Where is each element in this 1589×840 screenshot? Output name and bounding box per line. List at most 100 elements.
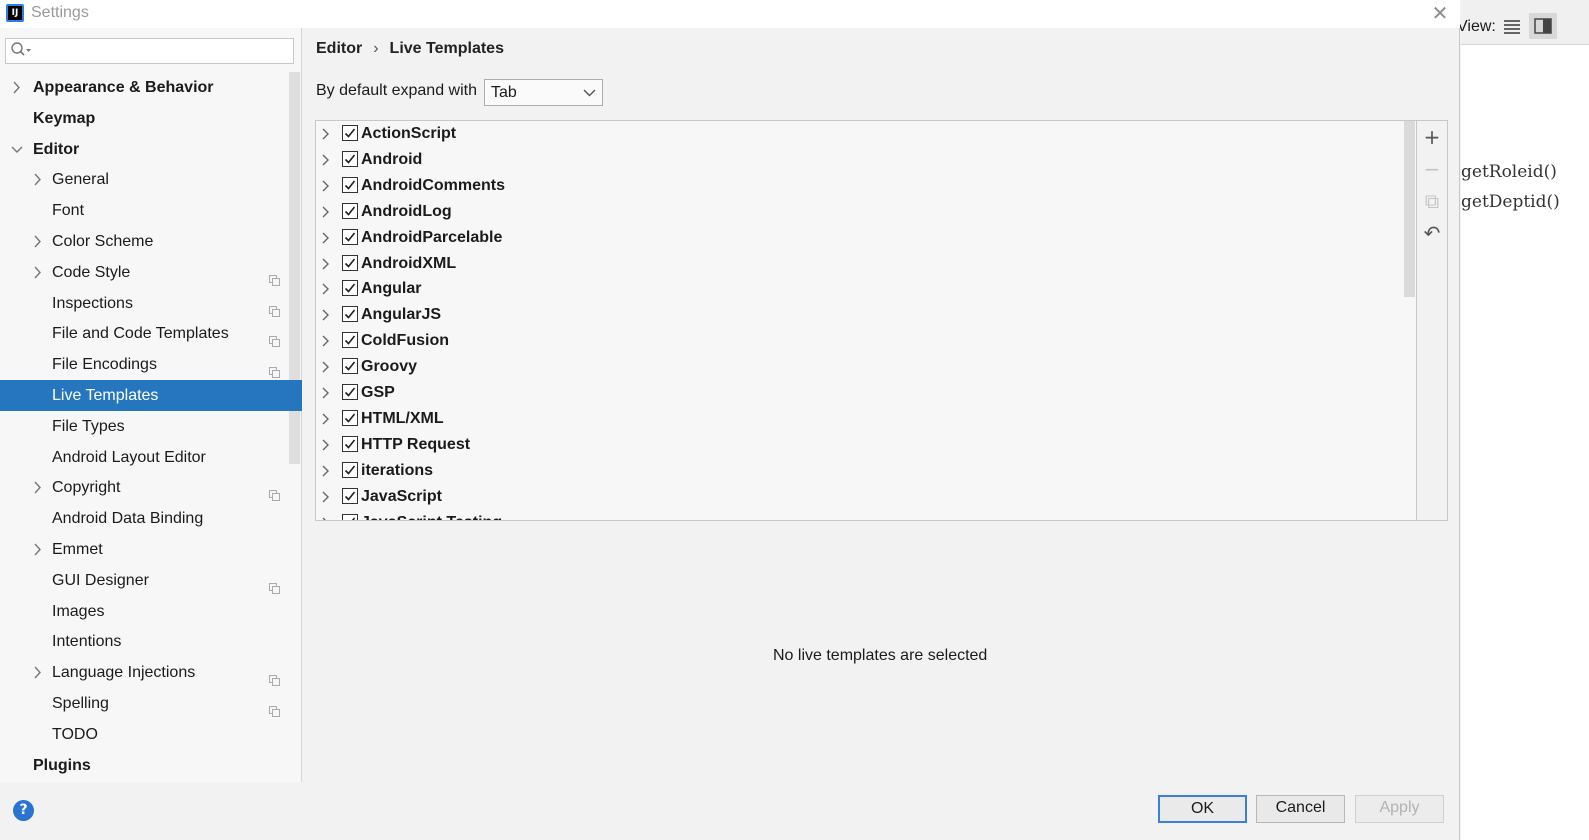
ok-button[interactable]: OK <box>1158 795 1247 823</box>
sidebar-item[interactable]: Emmet <box>0 534 302 565</box>
search-input[interactable] <box>5 38 294 64</box>
chevron-right-icon[interactable] <box>32 164 44 199</box>
template-group-name: JavaScript Testing <box>361 510 502 521</box>
sidebar-item[interactable]: File and Code Templates <box>0 318 302 349</box>
breadcrumb-parent[interactable]: Editor <box>316 40 362 57</box>
template-group-name: ActionScript <box>361 125 457 142</box>
sidebar-item[interactable]: Color Scheme <box>0 226 302 257</box>
template-group-row[interactable]: AndroidXML <box>316 251 1404 277</box>
chevron-right-icon[interactable] <box>321 199 331 228</box>
chevron-right-icon[interactable] <box>321 458 331 487</box>
template-group-checkbox[interactable] <box>342 228 358 245</box>
chevron-right-icon[interactable] <box>321 354 331 383</box>
sidebar-item[interactable]: Spelling <box>0 688 302 719</box>
sidebar-item-label: Language Injections <box>52 664 196 682</box>
template-group-checkbox[interactable] <box>342 513 358 520</box>
restore-icon[interactable]: ↶ <box>1422 223 1442 243</box>
chevron-right-icon[interactable] <box>321 406 331 435</box>
project-settings-icon <box>269 697 280 717</box>
sidebar-item[interactable]: Images <box>0 596 302 627</box>
sidebar-item[interactable]: Intentions <box>0 626 302 657</box>
template-group-checkbox[interactable] <box>342 202 358 219</box>
empty-detail-message: No live templates are selected <box>773 647 988 664</box>
template-group-checkbox[interactable] <box>342 435 358 452</box>
apply-button[interactable]: Apply <box>1355 795 1444 823</box>
templates-scrollbar[interactable] <box>1404 121 1415 297</box>
sidebar-item[interactable]: TODO <box>0 719 302 750</box>
sidebar-item[interactable]: Plugins <box>0 750 302 781</box>
sidebar-item[interactable]: Android Layout Editor <box>0 442 302 473</box>
chevron-right-icon[interactable] <box>321 276 331 305</box>
cancel-button[interactable]: Cancel <box>1256 795 1345 823</box>
copy-icon[interactable]: ⧉ <box>1422 191 1442 211</box>
chevron-right-icon[interactable] <box>321 328 331 357</box>
chevron-right-icon[interactable] <box>32 472 44 507</box>
add-icon[interactable]: + <box>1422 127 1442 147</box>
chevron-right-icon[interactable] <box>321 380 331 409</box>
sidebar-item[interactable]: Inspections <box>0 288 302 319</box>
chevron-right-icon[interactable] <box>321 225 331 254</box>
list-view-icon[interactable] <box>1503 18 1521 34</box>
sidebar-item-label: Font <box>52 202 85 220</box>
sidebar-item[interactable]: Appearance & Behavior <box>0 72 302 103</box>
chevron-down-icon[interactable] <box>11 134 23 169</box>
help-icon[interactable]: ? <box>13 800 34 821</box>
sidebar-item[interactable]: Copyright <box>0 472 302 503</box>
sidebar-item[interactable]: Code Style <box>0 257 302 288</box>
sidebar-item[interactable]: Editor <box>0 134 302 165</box>
template-group-row[interactable]: Groovy <box>316 354 1404 380</box>
sidebar-item[interactable]: GUI Designer <box>0 565 302 596</box>
template-group-checkbox[interactable] <box>342 384 358 400</box>
sidebar-item[interactable]: Keymap <box>0 103 302 134</box>
chevron-right-icon[interactable] <box>321 251 331 280</box>
template-group-checkbox[interactable] <box>342 358 358 375</box>
template-group-row[interactable]: iterations <box>316 458 1404 484</box>
chevron-right-icon[interactable] <box>321 147 331 176</box>
sidebar-item[interactable]: Live Templates <box>0 380 302 411</box>
chevron-right-icon[interactable] <box>32 657 44 692</box>
template-group-row[interactable]: HTML/XML <box>316 406 1404 432</box>
chevron-right-icon[interactable] <box>321 121 331 150</box>
template-group-row[interactable]: ActionScript <box>316 121 1404 147</box>
chevron-right-icon[interactable] <box>321 510 331 520</box>
template-group-row[interactable]: GSP <box>316 380 1404 406</box>
sidebar-item[interactable]: File Types <box>0 411 302 442</box>
chevron-right-icon[interactable] <box>32 534 44 569</box>
chevron-right-icon[interactable] <box>321 484 331 513</box>
remove-icon[interactable]: − <box>1422 159 1442 179</box>
template-group-checkbox[interactable] <box>342 409 358 426</box>
template-group-row[interactable]: JavaScript <box>316 484 1404 510</box>
detail-view-icon[interactable] <box>1529 13 1557 39</box>
template-group-checkbox[interactable] <box>342 280 358 297</box>
template-group-row[interactable]: Angular <box>316 276 1404 302</box>
expand-with-select[interactable]: Tab <box>484 79 603 106</box>
chevron-right-icon[interactable] <box>321 173 331 202</box>
template-group-row[interactable]: ColdFusion <box>316 328 1404 354</box>
sidebar-item[interactable]: Android Data Binding <box>0 503 302 534</box>
sidebar-item[interactable]: File Encodings <box>0 349 302 380</box>
template-group-row[interactable]: AndroidParcelable <box>316 225 1404 251</box>
sidebar-item[interactable]: Font <box>0 195 302 226</box>
close-button[interactable]: ✕ <box>1429 2 1451 24</box>
template-group-checkbox[interactable] <box>342 176 358 193</box>
template-group-row[interactable]: AngularJS <box>316 302 1404 328</box>
template-group-checkbox[interactable] <box>342 332 358 349</box>
template-group-row[interactable]: JavaScript Testing <box>316 510 1404 521</box>
template-group-checkbox[interactable] <box>342 487 358 504</box>
template-group-checkbox[interactable] <box>342 306 358 323</box>
template-group-checkbox[interactable] <box>342 150 358 167</box>
chevron-right-icon[interactable] <box>32 226 44 261</box>
chevron-right-icon[interactable] <box>32 257 44 292</box>
chevron-right-icon[interactable] <box>321 302 331 331</box>
template-group-checkbox[interactable] <box>342 254 358 271</box>
template-group-checkbox[interactable] <box>342 125 358 141</box>
sidebar-item[interactable]: General <box>0 164 302 195</box>
template-group-checkbox[interactable] <box>342 461 358 478</box>
template-group-row[interactable]: HTTP Request <box>316 432 1404 458</box>
template-group-row[interactable]: AndroidLog <box>316 199 1404 225</box>
chevron-right-icon[interactable] <box>11 72 23 107</box>
template-group-row[interactable]: Android <box>316 147 1404 173</box>
template-group-row[interactable]: AndroidComments <box>316 173 1404 199</box>
chevron-right-icon[interactable] <box>321 432 331 461</box>
sidebar-item[interactable]: Language Injections <box>0 657 302 688</box>
